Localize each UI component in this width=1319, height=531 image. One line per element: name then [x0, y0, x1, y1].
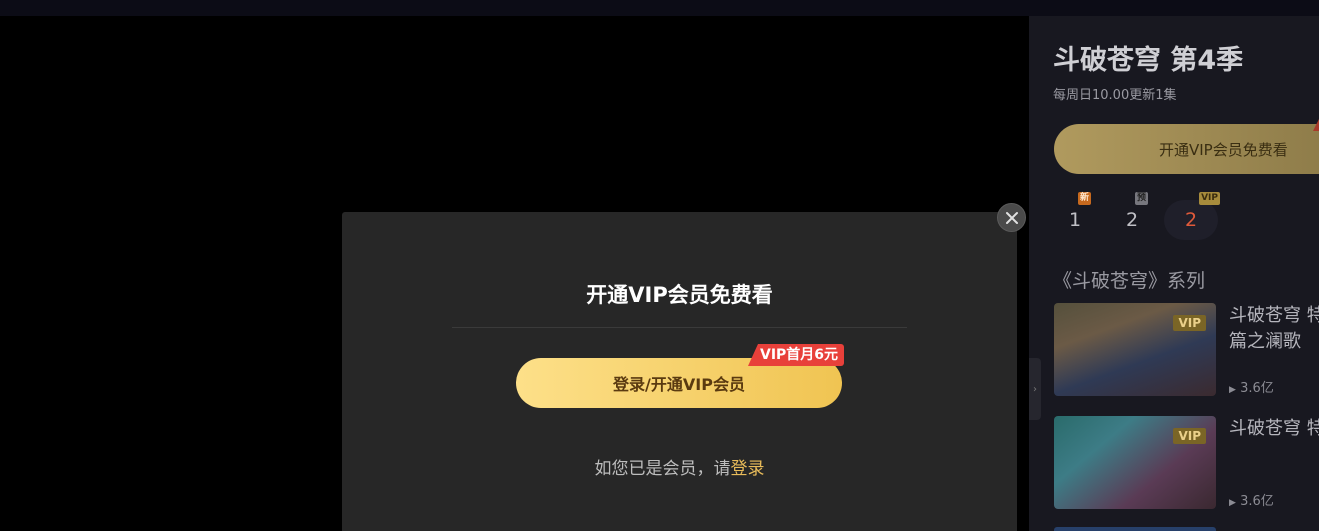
panel-vip-button[interactable]: 开通VIP会员免费看 — [1054, 124, 1319, 174]
login-link[interactable]: 登录 — [731, 459, 765, 479]
card-title: 斗破苍穹 特 — [1229, 418, 1319, 439]
show-title: 斗破苍穹 第4季 — [1053, 45, 1244, 76]
vip-tag: VIP — [1173, 315, 1206, 331]
series-card[interactable]: VIP 斗破苍穹 特 ▶ 3.6亿 — [1054, 416, 1319, 509]
thumbnail: VIP — [1054, 416, 1216, 509]
modal-divider — [452, 327, 907, 328]
chevron-right-icon: › — [1033, 383, 1037, 395]
promo-badge: VIP首月6元 — [748, 344, 845, 366]
preview-tag: 预 — [1134, 192, 1148, 205]
modal-title-wrap: 开通VIP会员免费看 — [342, 0, 1017, 531]
vip-tag: VIP — [1199, 192, 1220, 205]
series-card[interactable]: VIP 斗破苍穹 特别篇之澜歌 ▶ 3.6亿 — [1054, 303, 1319, 396]
view-count: ▶ 3.6亿 — [1229, 490, 1274, 509]
episode-number: 2 — [1125, 209, 1139, 231]
episode-2-vip[interactable]: 2 VIP — [1164, 192, 1220, 240]
episode-panel: 斗破苍穹 第4季 每周日10.00更新1集 开通VIP会员免费看 1 新 2 预… — [1029, 16, 1319, 531]
episode-number: 1 — [1068, 209, 1082, 231]
episode-number: 2 — [1184, 209, 1198, 231]
modal-title: 开通VIP会员免费看 — [586, 283, 773, 307]
card-title: 斗破苍穹 特别篇之澜歌 — [1229, 305, 1319, 352]
vip-tag: VIP — [1173, 428, 1206, 444]
thumbnail[interactable] — [1054, 527, 1216, 531]
login-prompt-text: 如您已是会员，请 — [594, 459, 731, 479]
vip-badge-corner — [1313, 115, 1319, 131]
update-schedule: 每周日10.00更新1集 — [1053, 88, 1177, 103]
view-count-value: 3.6亿 — [1240, 494, 1274, 509]
collapse-panel-button[interactable]: › — [1029, 358, 1041, 420]
close-icon[interactable] — [997, 203, 1026, 232]
login-prompt: 如您已是会员，请登录 — [342, 454, 1017, 479]
play-icon: ▶ — [1229, 385, 1236, 395]
new-tag: 新 — [1077, 192, 1091, 205]
episode-1[interactable]: 1 新 — [1050, 192, 1100, 240]
episode-2[interactable]: 2 预 — [1107, 192, 1157, 240]
thumbnail: VIP — [1054, 303, 1216, 396]
play-icon: ▶ — [1229, 498, 1236, 508]
view-count: ▶ 3.6亿 — [1229, 377, 1274, 396]
view-count-value: 3.6亿 — [1240, 381, 1274, 396]
series-heading: 《斗破苍穹》系列 — [1053, 270, 1206, 292]
